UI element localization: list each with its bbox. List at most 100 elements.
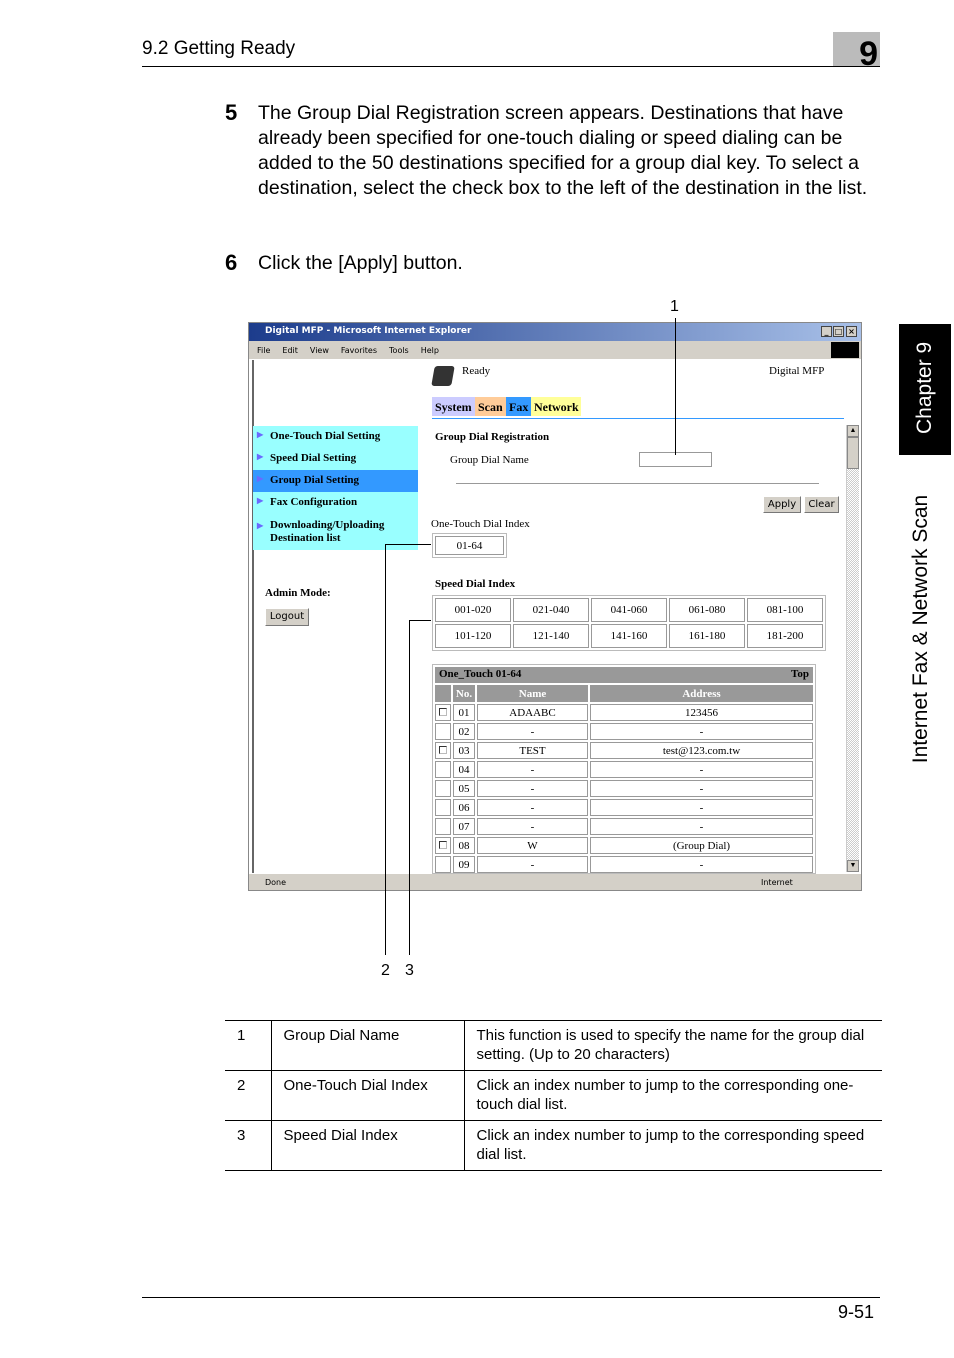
tab-scan[interactable]: Scan (475, 397, 506, 416)
menu-favorites[interactable]: Favorites (341, 346, 377, 355)
select-cell (435, 780, 451, 797)
sidebar-item-group-dial[interactable]: Group Dial Setting (253, 470, 418, 492)
cell-name: TEST (477, 742, 588, 759)
scrollbar[interactable]: ▲ ▼ (846, 425, 859, 872)
scroll-down-icon[interactable]: ▼ (847, 860, 859, 872)
cell-name: - (477, 723, 588, 740)
one-touch-index-label: One-Touch Dial Index (431, 518, 530, 530)
maximize-icon[interactable]: □ (833, 326, 844, 337)
close-icon[interactable]: × (846, 326, 857, 337)
cell-address: (Group Dial) (590, 837, 813, 854)
row-description: Click an index number to jump to the cor… (463, 1120, 882, 1171)
speed-index-link[interactable]: 041-060 (591, 598, 667, 622)
menu-help[interactable]: Help (421, 346, 439, 355)
page-number: 9-51 (838, 1302, 875, 1322)
select-cell (435, 742, 451, 759)
admin-mode-label: Admin Mode: (265, 587, 331, 599)
callout-3: 3 (405, 962, 414, 979)
speed-index-link[interactable]: 141-160 (591, 624, 667, 648)
clear-button[interactable]: Clear (804, 496, 839, 513)
minimize-icon[interactable]: _ (821, 326, 832, 337)
cell-name: ADAABC (477, 704, 588, 721)
menu-tools[interactable]: Tools (389, 346, 409, 355)
menu-view[interactable]: View (310, 346, 329, 355)
step-number: 5 (225, 100, 238, 125)
row-item: Speed Dial Index (270, 1120, 464, 1171)
step-text: The Group Dial Registration screen appea… (258, 102, 868, 199)
callout-2: 2 (381, 962, 390, 979)
speed-index-link[interactable]: 161-180 (669, 624, 745, 648)
cell-address: 123456 (590, 704, 813, 721)
tab-rule (432, 418, 844, 419)
speed-index-link[interactable]: 061-080 (669, 598, 745, 622)
scroll-thumb[interactable] (847, 437, 859, 469)
cell-name: - (477, 799, 588, 816)
select-cell (435, 723, 451, 740)
speed-index-link[interactable]: 081-100 (747, 598, 823, 622)
callout-line (409, 620, 431, 621)
status-done: Done (265, 878, 287, 887)
callout-line (675, 318, 676, 455)
speed-index-link[interactable]: 021-040 (513, 598, 589, 622)
table-row: 01 ADAABC 123456 (435, 704, 813, 721)
select-checkbox[interactable] (439, 840, 447, 849)
cell-no: 01 (453, 704, 475, 721)
callout-1: 1 (670, 298, 679, 315)
select-cell (435, 818, 451, 835)
sidebar-item-fax-config[interactable]: Fax Configuration (253, 492, 418, 514)
speed-index-link[interactable]: 001-020 (435, 598, 511, 622)
cell-no: 05 (453, 780, 475, 797)
select-cell (435, 837, 451, 854)
header-address: Address (590, 685, 813, 702)
callout-line (385, 544, 386, 955)
speed-index-link[interactable]: 121-140 (513, 624, 589, 648)
select-cell (435, 856, 451, 873)
row-item: Group Dial Name (270, 1020, 464, 1071)
group-dial-name-label: Group Dial Name (450, 454, 529, 466)
apply-button[interactable]: Apply (763, 496, 801, 513)
table-row: 04- - (435, 761, 813, 778)
cell-no: 02 (453, 723, 475, 740)
logout-button[interactable]: Logout (265, 608, 309, 626)
speed-index-link[interactable]: 101-120 (435, 624, 511, 648)
cell-address: - (590, 780, 813, 797)
windows-logo-icon (831, 342, 859, 358)
row-item: One-Touch Dial Index (270, 1070, 464, 1121)
status-bar: Done Internet (249, 874, 861, 890)
select-cell (435, 704, 451, 721)
cell-no: 03 (453, 742, 475, 759)
tab-system[interactable]: System (432, 397, 475, 416)
select-cell (435, 799, 451, 816)
row-number: 2 (225, 1070, 271, 1121)
one-touch-index-link[interactable]: 01-64 (435, 536, 504, 555)
cell-name: - (477, 856, 588, 873)
select-cell (435, 761, 451, 778)
sidebar-item-speed-dial[interactable]: Speed Dial Setting (253, 448, 418, 470)
cell-no: 07 (453, 818, 475, 835)
menu-file[interactable]: File (257, 346, 270, 355)
device-name: Digital MFP (769, 365, 825, 377)
cell-address: - (590, 799, 813, 816)
cell-name: W (477, 837, 588, 854)
step-text: Click the [Apply] button. (258, 252, 463, 274)
row-number: 1 (225, 1020, 271, 1071)
speed-index-link[interactable]: 181-200 (747, 624, 823, 648)
top-link[interactable]: Top (791, 668, 809, 682)
browser-screenshot: Digital MFP - Microsoft Internet Explore… (248, 322, 862, 891)
select-checkbox[interactable] (439, 707, 447, 716)
select-checkbox[interactable] (439, 745, 447, 754)
status-ready: Ready (462, 365, 491, 377)
speed-dial-index: 001-020 021-040 041-060 061-080 081-100 … (432, 595, 826, 651)
table-row: 06- - (435, 799, 813, 816)
select-header (435, 685, 451, 702)
table-row: 02- - (435, 723, 813, 740)
tab-fax[interactable]: Fax (506, 397, 531, 416)
description-table: 1 Group Dial Name This function is used to… (225, 1020, 882, 1171)
menu-edit[interactable]: Edit (282, 346, 298, 355)
sidebar-item-one-touch[interactable]: One-Touch Dial Setting (253, 426, 418, 448)
status-zone: Internet (761, 878, 793, 887)
scroll-up-icon[interactable]: ▲ (847, 425, 859, 437)
cell-address: - (590, 856, 813, 873)
tab-network[interactable]: Network (531, 397, 581, 416)
callout-line (409, 620, 410, 955)
